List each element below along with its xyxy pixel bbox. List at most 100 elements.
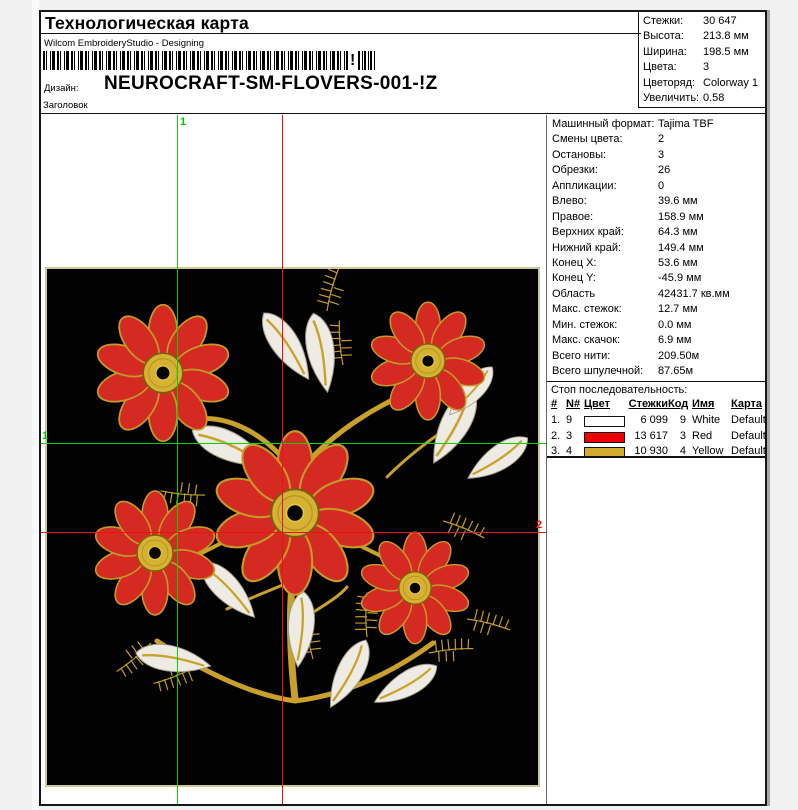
detail-row: Смены цвета: 2: [547, 133, 765, 148]
detail-value: 26: [658, 164, 670, 176]
detail-label: Верхних край:: [552, 226, 624, 238]
detail-row: Влево: 39.6 мм: [547, 195, 765, 210]
header-divider: [41, 113, 765, 114]
embroidery-design-preview: [47, 269, 538, 785]
app-subtitle: Wilcom EmbroideryStudio - Designing: [44, 38, 204, 49]
detail-value: 158.9 мм: [658, 211, 704, 223]
detail-row: Остановы: 3: [547, 149, 765, 164]
detail-value: 3: [658, 149, 664, 161]
summary-label: Стежки:: [643, 15, 683, 27]
detail-row: Всего шпулечной: 87.65м: [547, 365, 765, 380]
detail-row: Аппликации:0: [547, 180, 765, 195]
detail-value: 39.6 мм: [658, 195, 698, 207]
header-note: Заголовок: [43, 100, 88, 111]
detail-row: Верхних край:64.3 мм: [547, 226, 765, 241]
summary-row: Цветоряд: Colorway 1: [639, 77, 765, 92]
start-point-hline: [41, 443, 546, 444]
machine-details: Машинный формат:Tajima TBF Смены цвета: 2…: [547, 118, 765, 380]
detail-label: Мин. стежок:: [552, 319, 617, 331]
summary-row: Цвета: 3: [639, 61, 765, 76]
color-code: 3: [668, 430, 686, 442]
detail-label: Макс. стежок:: [552, 303, 622, 315]
stop-number: 2.: [551, 430, 560, 442]
design-name: NEUROCRAFT-SM-FLOVERS-001-!Z: [104, 73, 438, 95]
color-code: 9: [668, 414, 686, 426]
stop-sequence-section: Стоп последовательность: # N# Цвет Стежк…: [547, 381, 765, 382]
detail-row: Область 42431.7 кв.мм: [547, 288, 765, 303]
summary-value: 198.5 мм: [703, 46, 749, 58]
detail-row: Конец X: 53.6 мм: [547, 257, 765, 272]
machine-info-panel: Машинный формат:Tajima TBF Смены цвета: 2…: [547, 115, 765, 804]
stop-table-bottom-rule: [547, 456, 765, 458]
detail-label: Область: [552, 288, 595, 300]
detail-label: Аппликации:: [552, 180, 617, 192]
detail-row: Мин. стежок: 0.0 мм: [547, 319, 765, 334]
detail-value: 0.0 мм: [658, 319, 691, 331]
summary-stats-box: Стежки:30 647 Высота:213.8 мм Ширина:198…: [638, 12, 765, 108]
start-point-vline: [177, 115, 178, 804]
detail-label: Смены цвета:: [552, 133, 623, 145]
design-label: Дизайн:: [44, 83, 79, 94]
summary-value: Colorway 1: [703, 77, 758, 89]
col-stitches: Стежки: [598, 398, 668, 410]
detail-value: 149.4 мм: [658, 242, 704, 254]
detail-value: 42431.7 кв.мм: [658, 288, 730, 300]
detail-label: Машинный формат:: [552, 118, 654, 130]
start-marker-label: 1: [42, 431, 48, 441]
end-point-hline: [41, 532, 546, 533]
detail-row: Машинный формат:Tajima TBF: [547, 118, 765, 133]
detail-label: Макс. скачок:: [552, 334, 620, 346]
detail-value: 87.65м: [658, 365, 693, 377]
stop-table-row: 2. 3 13 617 3 Red Default: [547, 430, 765, 446]
detail-value: 6.9 мм: [658, 334, 691, 346]
detail-value: 2: [658, 133, 664, 145]
col-chart: Карта: [731, 398, 762, 410]
summary-label: Высота:: [643, 30, 684, 42]
stop-sequence-table: # N# Цвет Стежки Код Имя Карта 1. 9 6 09…: [547, 398, 765, 461]
worksheet-page: Технологическая карта Wilcom EmbroideryS…: [39, 10, 767, 806]
detail-row: Макс. скачок: 6.9 мм: [547, 334, 765, 349]
needle-number: 9: [566, 414, 572, 426]
design-fabric-area: [45, 267, 540, 787]
summary-row: Высота:213.8 мм: [639, 30, 765, 45]
page-title: Технологическая карта: [45, 13, 249, 34]
summary-label: Ширина:: [643, 46, 687, 58]
start-marker-label: 1: [180, 117, 186, 127]
detail-value: 12.7 мм: [658, 303, 698, 315]
needle-number: 3: [566, 430, 572, 442]
summary-value: 3: [703, 61, 709, 73]
detail-row: Правое:158.9 мм: [547, 211, 765, 226]
chart-name: Default: [731, 414, 766, 426]
color-name: White: [692, 414, 720, 426]
stop-table-row: 1. 9 6 099 9 White Default: [547, 414, 765, 430]
stop-table-header: # N# Цвет Стежки Код Имя Карта: [547, 398, 765, 414]
stitch-count: 6 099: [598, 414, 668, 426]
design-canvas: 1 1 2: [41, 115, 547, 804]
detail-label: Конец X:: [552, 257, 596, 269]
summary-label: Цвета:: [643, 61, 677, 73]
summary-value: 0.58: [703, 92, 724, 104]
detail-row: Нижний край:149.4 мм: [547, 242, 765, 257]
end-point-vline: [282, 115, 283, 804]
detail-label: Остановы:: [552, 149, 606, 161]
detail-row: Макс. стежок: 12.7 мм: [547, 303, 765, 318]
chart-name: Default: [731, 430, 766, 442]
summary-label: Цветоряд:: [643, 77, 695, 89]
summary-row: Ширина: 198.5 мм: [639, 46, 765, 61]
title-divider: [41, 33, 641, 34]
detail-label: Обрезки:: [552, 164, 598, 176]
detail-label: Конец Y:: [552, 272, 596, 284]
design-barcode: [43, 51, 348, 70]
detail-label: Всего шпулечной:: [552, 365, 643, 377]
detail-value: 53.6 мм: [658, 257, 698, 269]
stop-sequence-title: Стоп последовательность:: [551, 384, 687, 396]
stitch-count: 13 617: [598, 430, 668, 442]
detail-row: Обрезки: 26: [547, 164, 765, 179]
detail-value: -45.9 мм: [658, 272, 701, 284]
detail-value: 209.50м: [658, 350, 699, 362]
col-code: Код: [668, 398, 686, 410]
detail-row: Всего нити:209.50м: [547, 350, 765, 365]
stop-table-row: 3. 4 10 930 4 Yellow Default: [547, 445, 765, 461]
col-hash: #: [551, 398, 557, 410]
detail-label: Влево:: [552, 195, 587, 207]
